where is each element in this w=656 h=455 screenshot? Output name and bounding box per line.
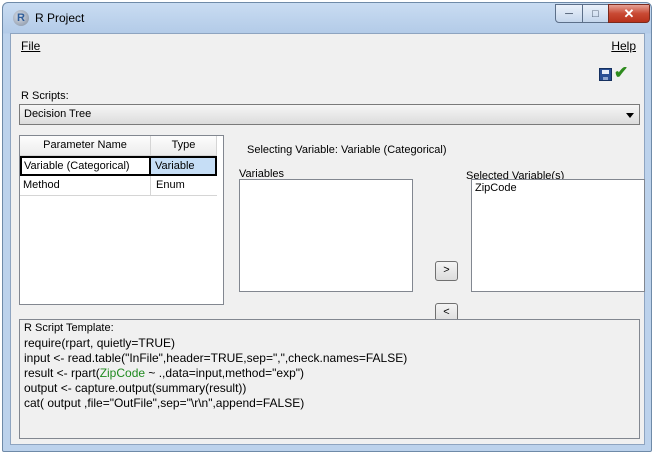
main-panel: File Help ✔ R Scripts: Decision Tree Par… [10, 33, 645, 445]
r-script-template-panel: R Script Template: require(rpart, quietl… [19, 319, 640, 439]
column-header-type[interactable]: Type [151, 136, 217, 156]
close-icon: ✕ [623, 5, 635, 21]
available-variables-list[interactable] [239, 179, 413, 292]
r-scripts-label: R Scripts: [21, 90, 69, 102]
param-name-cell[interactable]: Variable (Categorical) [20, 156, 151, 176]
checkmark-icon[interactable]: ✔ [614, 64, 628, 82]
r-script-code[interactable]: require(rpart, quietly=TRUE) input <- rea… [24, 336, 407, 411]
save-icon[interactable] [599, 68, 612, 81]
param-name-cell[interactable]: Method [20, 176, 151, 196]
code-line: output <- capture.output(summary(result)… [24, 381, 247, 395]
menu-help-label: Help [611, 39, 636, 53]
menu-file[interactable]: File [21, 39, 40, 53]
table-header: Parameter Name Type [20, 136, 217, 156]
r-scripts-dropdown[interactable]: Decision Tree [19, 104, 640, 125]
close-button[interactable]: ✕ [608, 4, 650, 23]
param-type-cell[interactable]: Enum [151, 176, 217, 196]
dropdown-selected-value: Decision Tree [24, 108, 92, 120]
column-header-parameter-name[interactable]: Parameter Name [20, 136, 151, 156]
table-row[interactable]: Method Enum [20, 176, 217, 196]
maximize-button[interactable]: □ [582, 4, 609, 23]
code-line: result <- rpart(ZipCode ~ .,data=input,m… [24, 366, 407, 381]
menu-bar: File Help [11, 34, 644, 58]
minimize-icon: ─ [565, 7, 573, 20]
list-item[interactable]: ZipCode [472, 180, 644, 196]
code-variable-highlight: ZipCode [99, 366, 146, 380]
code-line: require(rpart, quietly=TRUE) [24, 336, 176, 350]
menu-help[interactable]: Help [611, 39, 636, 53]
code-line: input <- read.table("InFile",header=TRUE… [24, 351, 408, 365]
minimize-button[interactable]: ─ [555, 4, 583, 23]
app-window: R R Project ─ □ ✕ File Help ✔ R Scripts:… [2, 2, 652, 452]
selected-variables-list[interactable]: ZipCode [471, 179, 645, 292]
param-type-cell[interactable]: Variable [151, 156, 217, 176]
r-script-template-label: R Script Template: [24, 322, 114, 334]
variable-selection-panel: Selecting Variable: Variable (Categorica… [225, 135, 645, 323]
table-row[interactable]: Variable (Categorical) Variable [20, 156, 217, 176]
window-title: R Project [35, 11, 85, 25]
chevron-down-icon [626, 113, 634, 118]
code-text: ~ .,data=input,method="exp") [145, 366, 305, 380]
r-logo-icon: R [13, 10, 29, 26]
code-text: result <- rpart( [24, 366, 100, 380]
parameter-table: Parameter Name Type Variable (Categorica… [19, 135, 224, 305]
maximize-icon: □ [592, 7, 599, 20]
selecting-variable-label: Selecting Variable: Variable (Categorica… [247, 144, 447, 156]
title-bar[interactable]: R R Project ─ □ ✕ [3, 3, 651, 33]
menu-file-label: File [21, 39, 41, 53]
code-line: cat( output ,file="OutFile",sep="\r\n",a… [24, 396, 305, 410]
add-variable-button[interactable]: > [435, 261, 458, 281]
